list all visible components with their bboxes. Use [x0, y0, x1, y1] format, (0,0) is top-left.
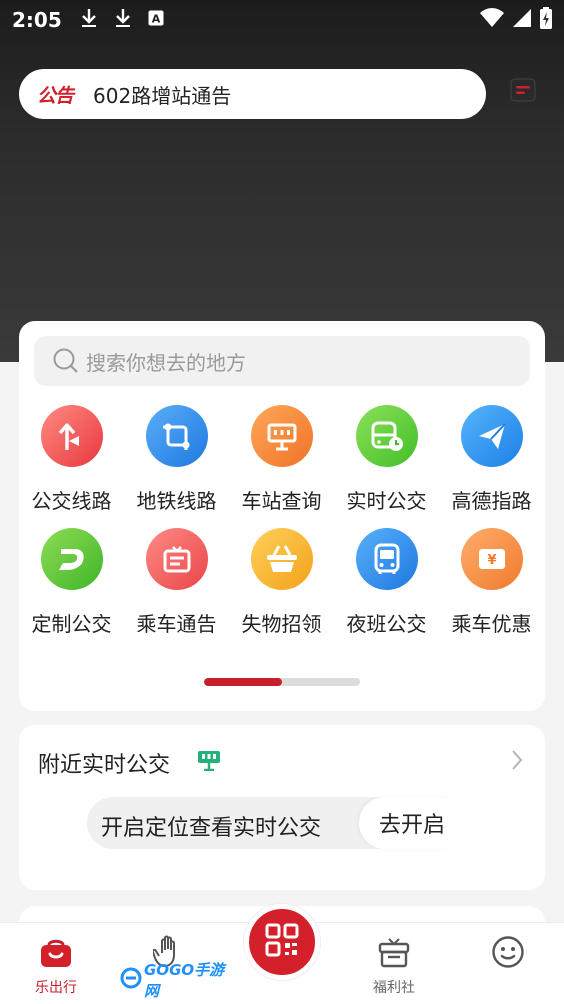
tab-home[interactable]: 乐出行: [0, 923, 112, 1004]
station-sign-icon: [250, 405, 313, 467]
enable-location-text: 开启定位查看实时公交: [101, 816, 322, 841]
tab-profile[interactable]: [452, 923, 564, 1004]
message-button[interactable]: [509, 78, 537, 106]
watermark-logo: GOGO手游网: [120, 961, 230, 1000]
service-night-bus[interactable]: 夜班公交: [334, 528, 439, 637]
watermark-text: GOGO手游网: [144, 961, 225, 1000]
nearby-realtime-card: 附近实时公交 开启定位查看实时公交 去开启: [19, 725, 545, 890]
home-bag-icon: [39, 935, 73, 969]
service-label: 夜班公交: [346, 612, 427, 636]
service-travel-notice[interactable]: 乘车通告: [124, 528, 229, 637]
basket-icon: [250, 528, 313, 590]
service-fare-discount[interactable]: ¥ 乘车优惠: [439, 528, 544, 637]
service-label: 乘车优惠: [451, 612, 532, 636]
status-time: 2:05: [12, 8, 62, 32]
bus-clock-icon: [355, 405, 418, 467]
service-lost-found[interactable]: 失物招领: [229, 528, 334, 637]
paper-plane-icon: [460, 405, 523, 467]
tab-label: 乐出行: [35, 980, 77, 996]
wifi-icon: [480, 8, 504, 32]
search-placeholder: 搜索你想去的地方: [86, 350, 246, 375]
svg-text:¥: ¥: [487, 553, 496, 568]
page-indicator: [204, 678, 360, 686]
tab-label: 福利社: [373, 980, 415, 996]
night-bus-icon: [355, 528, 418, 590]
service-metro-lines[interactable]: 地铁线路: [124, 405, 229, 514]
status-bar: 2:05 A: [0, 0, 564, 40]
announcement-text[interactable]: 602路增站通告: [93, 80, 231, 109]
service-label: 车站查询: [241, 489, 322, 513]
service-label: 乘车通告: [136, 612, 217, 636]
subway-icon: [145, 405, 208, 467]
nearby-title: 附近实时公交: [38, 753, 171, 778]
route-arrow-icon: [40, 405, 103, 467]
face-icon: [491, 935, 525, 969]
chevron-right-icon[interactable]: [511, 749, 523, 775]
service-bus-routes[interactable]: 公交线路: [19, 405, 124, 514]
services-grid: 公交线路 地铁线路 车站查询 实时公交 高德指路 定制公交 乘车通告 失物招领 …: [19, 405, 545, 637]
custom-d-icon: [40, 528, 103, 590]
coupon-icon: ¥: [460, 528, 523, 590]
bus-stop-sign-icon: [197, 749, 221, 775]
services-card: 搜索你想去的地方 公交线路 地铁线路 车站查询 实时公交 高德指路 定制公交 乘…: [19, 321, 545, 711]
announcement-tag: 公告: [37, 84, 74, 107]
search-icon: [52, 347, 80, 375]
service-label: 实时公交: [346, 489, 427, 513]
service-label: 定制公交: [31, 612, 112, 636]
service-label: 公交线路: [31, 489, 112, 513]
service-label: 失物招领: [241, 612, 322, 636]
battery-icon: [540, 7, 552, 33]
download-icon: [114, 8, 132, 32]
service-amap-directions[interactable]: 高德指路: [439, 405, 544, 514]
message-icon: [510, 78, 536, 106]
font-app-icon: A: [148, 10, 164, 30]
service-custom-bus[interactable]: 定制公交: [19, 528, 124, 637]
tab-welfare[interactable]: 福利社: [338, 923, 450, 1004]
enable-location-button[interactable]: 去开启: [359, 797, 465, 849]
svg-text:A: A: [151, 13, 160, 26]
notice-board-icon: [145, 528, 208, 590]
watermark-e-icon: [120, 967, 142, 993]
signal-icon: [512, 8, 532, 32]
page-indicator-active: [204, 678, 282, 686]
enable-location-prompt: 开启定位查看实时公交 去开启: [87, 797, 465, 849]
service-label: 高德指路: [451, 489, 532, 513]
gift-box-icon: [378, 935, 410, 969]
search-bar[interactable]: 搜索你想去的地方: [34, 336, 530, 386]
service-station-search[interactable]: 车站查询: [229, 405, 334, 514]
announcement-bar[interactable]: 公告 602路增站通告: [19, 69, 486, 119]
service-realtime-bus[interactable]: 实时公交: [334, 405, 439, 514]
download-icon: [80, 8, 98, 32]
service-label: 地铁线路: [136, 489, 217, 513]
qr-code-icon: [264, 922, 300, 962]
scan-qr-button[interactable]: [244, 904, 320, 980]
hero-banner: [0, 0, 564, 362]
